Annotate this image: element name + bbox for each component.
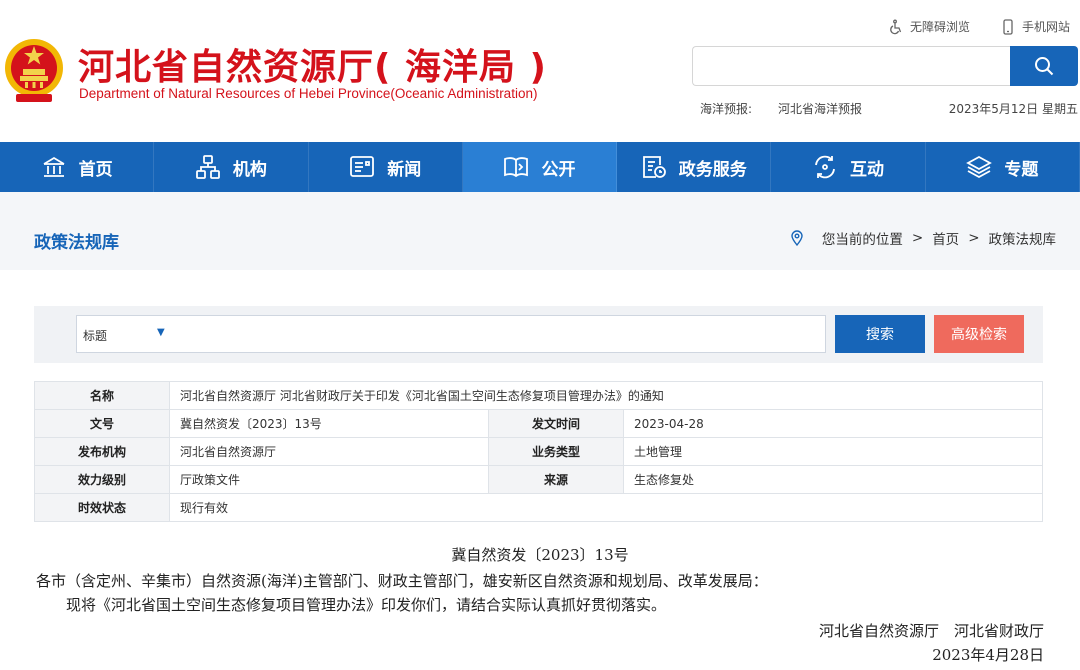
cell-value: 河北省自然资源厅 [170,438,489,466]
news-icon [349,154,375,180]
top-links: 无障碍浏览 手机网站 [888,18,1070,35]
cell-value: 厅政策文件 [170,466,489,494]
forecast-link[interactable]: 河北省海洋预报 [778,100,862,117]
cell-value: 2023-04-28 [624,410,1043,438]
table-row: 名称 河北省自然资源厅 河北省财政厅关于印发《河北省国土空间生态修复项目管理办法… [35,382,1043,410]
interact-icon [812,154,838,180]
document-number: 冀自然资发〔2023〕13号 [0,544,1080,565]
nav-label: 专题 [1004,155,1038,180]
cell-value: 生态修复处 [624,466,1043,494]
table-row: 文号 冀自然资发〔2023〕13号 发文时间 2023-04-28 [35,410,1043,438]
document-paragraph: 现将《河北省国土空间生态修复项目管理办法》印发你们，请结合实际认真抓好贯彻落实。 [66,594,666,615]
breadcrumb-separator: > [912,230,923,246]
cell-label: 名称 [35,382,170,410]
location-pin-icon [789,230,805,246]
site-subtitle: Department of Natural Resources of Hebei… [79,86,537,101]
service-icon [641,154,667,180]
document-signature: 河北省自然资源厅 河北省财政厅 [819,620,1044,641]
accessibility-label: 无障碍浏览 [910,18,970,35]
nav-label: 公开 [541,155,575,180]
policy-search-input[interactable]: 标题 ▼ [76,315,826,353]
cell-label: 时效状态 [35,494,170,522]
mobile-site-label: 手机网站 [1022,18,1070,35]
cell-value: 现行有效 [170,494,1043,522]
cell-label: 效力级别 [35,466,170,494]
cell-value: 冀自然资发〔2023〕13号 [170,410,489,438]
policy-search-button[interactable]: 搜索 [835,315,925,353]
nav-item-topics[interactable]: 专题 [926,142,1080,192]
national-emblem-icon [4,36,64,104]
nav-label: 政务服务 [679,155,747,180]
breadcrumb: 您当前的位置 > 首页 > 政策法规库 [789,228,1056,248]
mobile-site-link[interactable]: 手机网站 [1000,18,1070,35]
nav-item-news[interactable]: 新闻 [309,142,463,192]
cell-value: 土地管理 [624,438,1043,466]
org-icon [195,154,221,180]
main-nav: 首页 机构 新闻 公开 政务服务 [0,142,1080,192]
table-row: 时效状态 现行有效 [35,494,1043,522]
nav-label: 机构 [233,155,267,180]
nav-label: 互动 [850,155,884,180]
nav-item-service[interactable]: 政务服务 [617,142,771,192]
cell-label: 来源 [489,466,624,494]
caret-down-icon[interactable]: ▼ [157,327,165,338]
search-icon [1033,55,1055,77]
site-header: 河北省自然资源厅( 海洋局 ) Department of Natural Re… [0,0,1080,142]
breadcrumb-separator: > [968,230,979,246]
document-recipients: 各市（含定州、辛集市）自然资源(海洋)主管部门、财政主管部门，雄安新区自然资源和… [36,570,768,591]
nav-item-open[interactable]: 公开 [463,142,617,192]
phone-icon [1000,19,1016,35]
page-title: 政策法规库 [34,228,119,253]
breadcrumb-home[interactable]: 首页 [932,228,959,248]
nav-label: 首页 [79,155,113,180]
location-label: 您当前的位置 [822,228,903,248]
site-search-input[interactable] [692,46,1010,86]
site-search-button[interactable] [1010,46,1078,86]
cell-label: 文号 [35,410,170,438]
forecast-label: 海洋预报: [700,100,752,117]
cell-label: 发布机构 [35,438,170,466]
breadcrumb-current[interactable]: 政策法规库 [989,228,1057,248]
nav-item-org[interactable]: 机构 [154,142,308,192]
site-title[interactable]: 河北省自然资源厅( 海洋局 ) [78,38,547,90]
document-date: 2023年4月28日 [932,644,1044,665]
wheelchair-icon [888,19,904,35]
nav-item-home[interactable]: 首页 [0,142,154,192]
nav-item-interact[interactable]: 互动 [771,142,925,192]
table-row: 发布机构 河北省自然资源厅 业务类型 土地管理 [35,438,1043,466]
field-select[interactable]: 标题 [83,327,107,344]
table-row: 效力级别 厅政策文件 来源 生态修复处 [35,466,1043,494]
cell-label: 发文时间 [489,410,624,438]
advanced-search-button[interactable]: 高级检索 [934,315,1024,353]
policy-search-panel: 标题 ▼ 搜索 高级检索 [34,306,1043,363]
cell-label: 业务类型 [489,438,624,466]
nav-label: 新闻 [387,155,421,180]
accessibility-link[interactable]: 无障碍浏览 [888,18,970,35]
document-info-table: 名称 河北省自然资源厅 河北省财政厅关于印发《河北省国土空间生态修复项目管理办法… [34,381,1043,522]
layers-icon [966,154,992,180]
breadcrumb-band: 政策法规库 您当前的位置 > 首页 > 政策法规库 [0,192,1080,270]
open-book-icon [503,154,529,180]
home-icon [41,154,67,180]
cell-value: 河北省自然资源厅 河北省财政厅关于印发《河北省国土空间生态修复项目管理办法》的通… [170,382,1043,410]
current-date: 2023年5月12日 星期五 [949,100,1078,117]
